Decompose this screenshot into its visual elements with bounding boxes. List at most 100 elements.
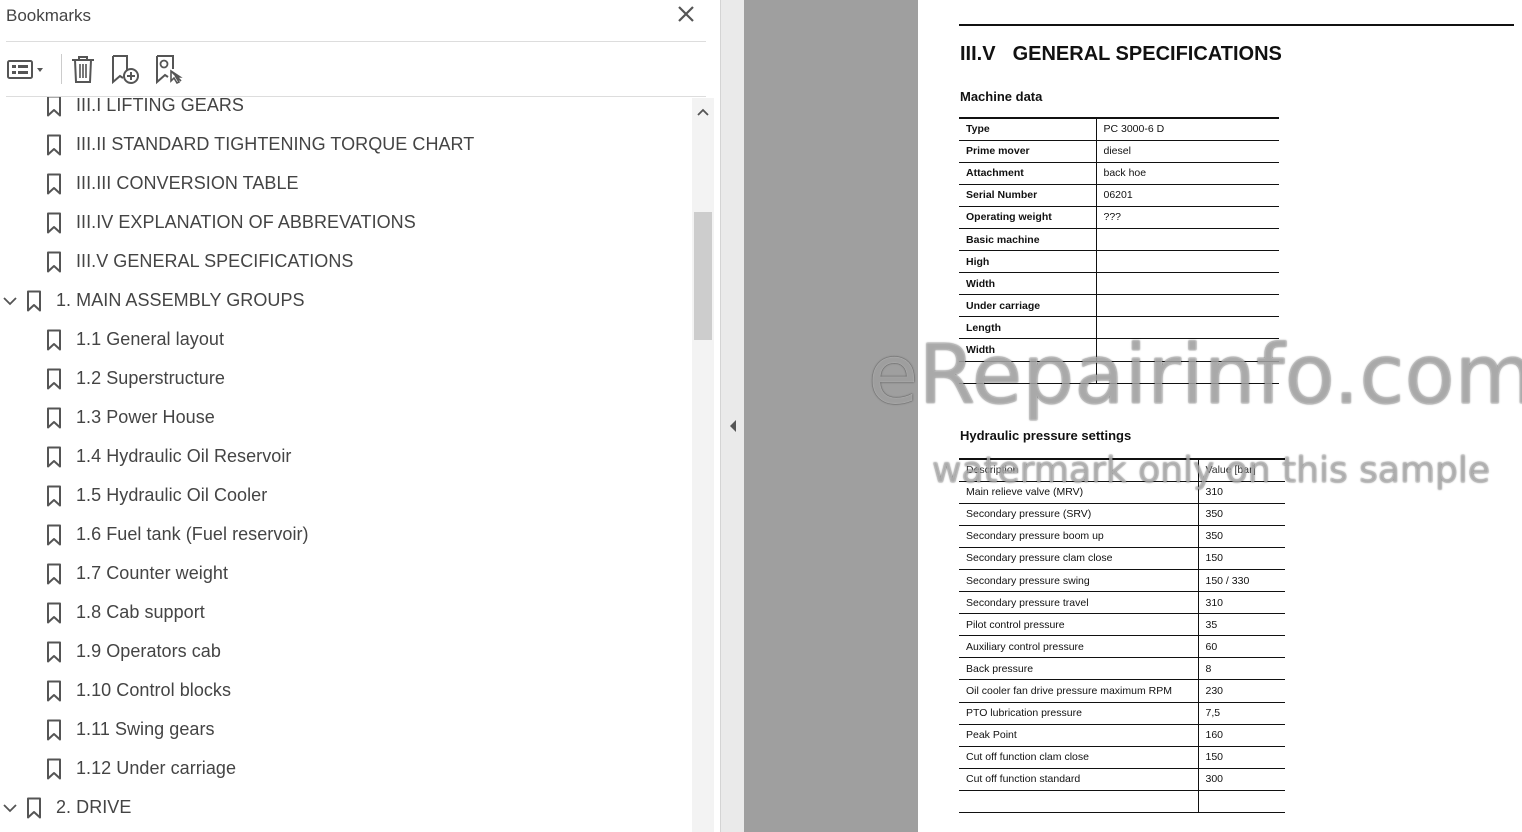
table-value-cell: ??? [1095, 206, 1279, 229]
table-row: Auxiliary control pressure 60 [959, 635, 1285, 659]
table-label-cell [959, 790, 1198, 814]
table-label-cell: Oil cooler fan drive pressure maximum RP… [959, 679, 1198, 703]
bookmark-label: 1. MAIN ASSEMBLY GROUPS [56, 290, 305, 310]
bookmark-icon [47, 407, 61, 429]
bookmark-item[interactable]: 1.7 Counter weight [0, 554, 692, 593]
table-value-cell: 35 [1197, 613, 1285, 637]
header-divider [6, 41, 706, 42]
bookmark-item[interactable]: 1.4 Hydraulic Oil Reservoir [0, 437, 692, 476]
table-value-cell: 350 [1197, 525, 1285, 548]
bookmark-icon [47, 134, 61, 156]
bookmark-icon [47, 680, 61, 702]
bookmark-label: III.IV EXPLANATION OF ABBREVATIONS [76, 212, 416, 232]
table-row: Type PC 3000-6 D [959, 116, 1279, 141]
bookmark-icon [47, 641, 61, 663]
options-menu-button[interactable] [6, 52, 50, 86]
table-label-cell: PTO lubrication pressure [959, 702, 1198, 725]
table-label-cell: Type [959, 116, 1096, 141]
options-menu-icon [7, 60, 43, 79]
bookmark-item[interactable]: 1.2 Superstructure [0, 359, 692, 398]
bookmark-item[interactable]: 1. MAIN ASSEMBLY GROUPS [0, 281, 692, 320]
scroll-up-icon[interactable] [696, 106, 710, 118]
table-label-cell: Secondary pressure travel [959, 591, 1198, 615]
collapse-panel-icon[interactable] [728, 419, 738, 433]
bookmark-label: 1.9 Operators cab [76, 641, 221, 661]
table-value-cell [1095, 228, 1279, 252]
table-label-cell: Serial Number [959, 184, 1096, 207]
table-value-cell [1095, 294, 1279, 318]
bookmark-label: 1.1 General layout [76, 329, 224, 349]
bookmark-label: 1.4 Hydraulic Oil Reservoir [76, 446, 292, 466]
section-title-text: GENERAL SPECIFICATIONS [1012, 43, 1282, 65]
new-bookmark-button[interactable] [108, 52, 142, 86]
bookmark-item[interactable]: 1.3 Power House [0, 398, 692, 437]
table-label-cell: Prime mover [959, 140, 1096, 163]
bookmark-item[interactable]: III.III CONVERSION TABLE [0, 164, 692, 203]
bookmark-label: III.III CONVERSION TABLE [76, 173, 299, 193]
bookmark-scrollbar[interactable] [692, 98, 714, 832]
bookmark-item[interactable]: 1.9 Operators cab [0, 632, 692, 671]
table-label-cell: Attachment [959, 162, 1096, 185]
table-row: Secondary pressure boom up 350 [959, 525, 1285, 548]
trash-icon [72, 56, 94, 83]
bookmark-item[interactable]: III.IV EXPLANATION OF ABBREVATIONS [0, 203, 692, 242]
table-value-cell: 60 [1197, 635, 1285, 659]
chevron-down-icon[interactable] [2, 800, 18, 816]
scroll-thumb[interactable] [694, 212, 712, 340]
bookmark-icon [47, 719, 61, 741]
table-value-cell [1095, 316, 1279, 340]
bookmark-label: 1.5 Hydraulic Oil Cooler [76, 485, 268, 505]
table-row: Secondary pressure travel 310 [959, 591, 1285, 615]
table-label-cell: Cut off function clam close [959, 746, 1198, 769]
bookmark-item[interactable]: III.I LIFTING GEARS [0, 97, 692, 125]
panel-splitter[interactable] [720, 0, 744, 832]
table-row: Serial Number 06201 [959, 184, 1279, 207]
table-row: Width [959, 338, 1279, 362]
bookmark-item[interactable]: 1.5 Hydraulic Oil Cooler [0, 476, 692, 515]
table-value-cell: 150 [1197, 746, 1285, 769]
table-value-cell [1197, 790, 1285, 814]
bookmark-item[interactable]: III.II STANDARD TIGHTENING TORQUE CHART [0, 125, 692, 164]
document-background [744, 0, 918, 832]
bookmark-item[interactable]: 1.1 General layout [0, 320, 692, 359]
table-label-cell: Secondary pressure boom up [959, 525, 1198, 548]
bookmark-label: 2. DRIVE [56, 797, 132, 817]
table-row: Attachment back hoe [959, 162, 1279, 185]
page-top-rule [959, 24, 1514, 26]
bookmark-icon [47, 368, 61, 390]
table-row: Prime mover diesel [959, 140, 1279, 163]
find-current-bookmark-button[interactable] [152, 52, 186, 86]
table-row: Oil cooler fan drive pressure maximum RP… [959, 679, 1285, 703]
table-header-row: Description Value [bar] [959, 457, 1285, 482]
find-current-bookmark-icon [156, 55, 183, 85]
bookmark-item[interactable]: III.V GENERAL SPECIFICATIONS [0, 242, 692, 281]
table-label-cell: Secondary pressure (SRV) [959, 503, 1198, 526]
chevron-down-icon[interactable] [2, 293, 18, 309]
table-label-cell: Cut off function standard [959, 768, 1198, 791]
table-row [959, 361, 1279, 384]
bookmark-item[interactable]: 1.10 Control blocks [0, 671, 692, 710]
bookmark-item[interactable]: 1.6 Fuel tank (Fuel reservoir) [0, 515, 692, 554]
table-label-cell: Basic machine [959, 228, 1096, 252]
table-row: High [959, 250, 1279, 274]
table-label-cell: Under carriage [959, 294, 1096, 318]
bookmark-item[interactable]: 1.11 Swing gears [0, 710, 692, 749]
close-panel-button[interactable] [676, 4, 696, 24]
table-row: Main relieve valve (MRV) 310 [959, 481, 1285, 504]
bookmark-item[interactable]: 2. DRIVE [0, 788, 692, 827]
bookmark-icon [47, 602, 61, 624]
table-value-cell: PC 3000-6 D [1095, 116, 1279, 141]
bookmark-item[interactable]: 1.12 Under carriage [0, 749, 692, 788]
section-number: III.V [960, 43, 996, 65]
panel-title: Bookmarks [6, 6, 92, 25]
bookmark-rows: III.I LIFTING GEARS III.II STANDARD TIGHT… [0, 97, 692, 827]
bookmark-item[interactable]: 1.8 Cab support [0, 593, 692, 632]
table-label-cell: Secondary pressure clam close [959, 547, 1198, 570]
close-icon [678, 6, 694, 22]
table-value-cell [1095, 361, 1279, 384]
table-label-cell: Length [959, 316, 1096, 340]
bookmark-label: 1.8 Cab support [76, 602, 205, 622]
delete-bookmark-button[interactable] [68, 52, 98, 86]
bookmark-label: III.II STANDARD TIGHTENING TORQUE CHART [76, 134, 475, 154]
bookmark-icon [27, 797, 41, 819]
